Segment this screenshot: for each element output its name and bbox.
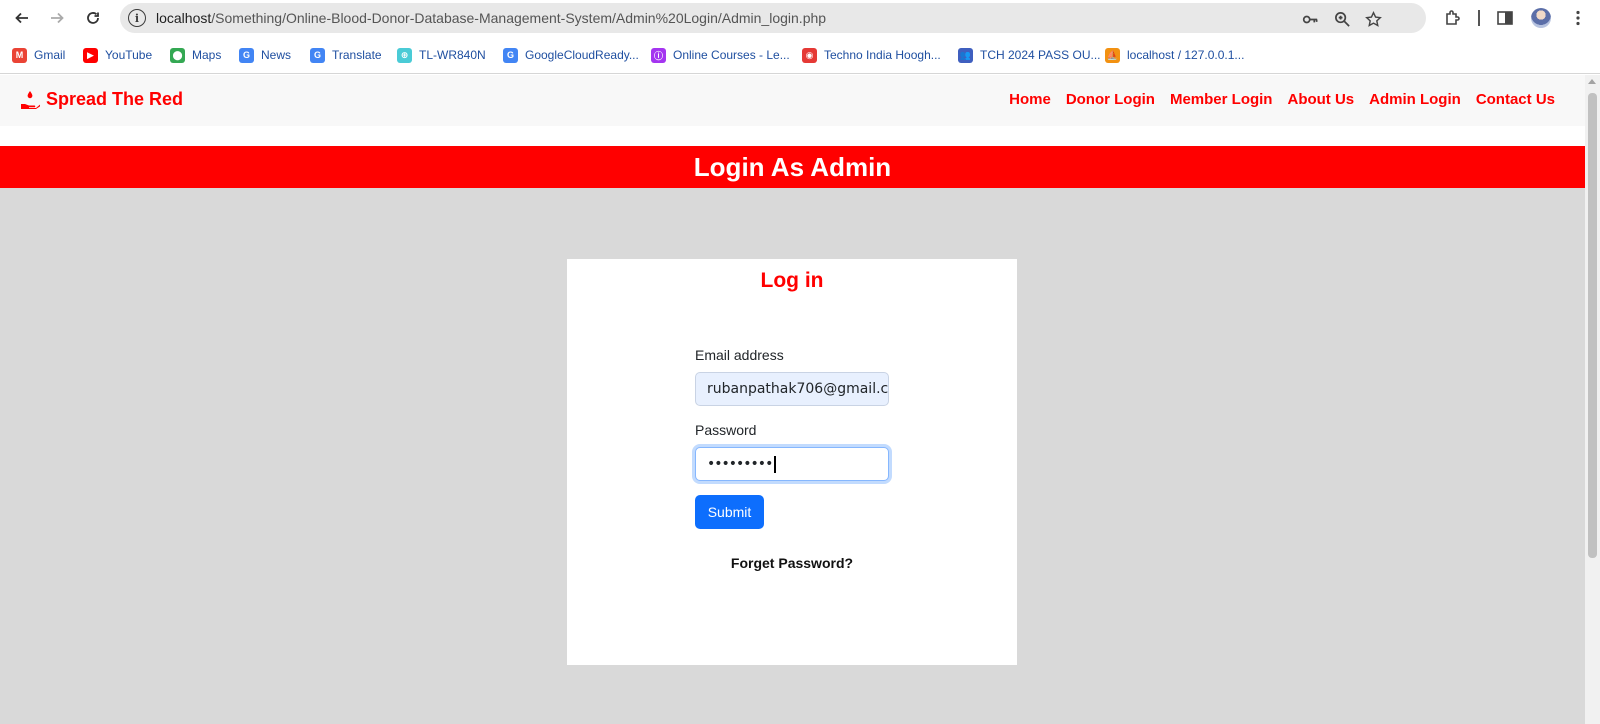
login-card: Log in Email address rubanpathak706@gmai… bbox=[567, 259, 1017, 665]
bookmark-label: TL-WR840N bbox=[419, 48, 486, 62]
bookmark-label: YouTube bbox=[105, 48, 153, 62]
brand-logo[interactable]: Spread The Red bbox=[20, 89, 183, 110]
gmail-icon: M bbox=[12, 47, 27, 63]
password-label: Password bbox=[695, 422, 757, 438]
bookmark-star-icon[interactable] bbox=[1363, 9, 1383, 29]
nav-contact-us[interactable]: Contact Us bbox=[1476, 91, 1555, 108]
key-icon[interactable] bbox=[1300, 9, 1320, 29]
maps-icon: ⬤ bbox=[170, 47, 185, 63]
youtube-icon: ▶ bbox=[83, 47, 98, 63]
tplink-icon: ⊕ bbox=[397, 47, 412, 63]
email-value: rubanpathak706@gmail.com bbox=[707, 381, 889, 397]
login-title: Log in bbox=[760, 269, 824, 292]
bookmark-item[interactable]: ▶ YouTube bbox=[83, 46, 152, 64]
phpmyadmin-icon: ⛵ bbox=[1105, 47, 1120, 63]
email-label: Email address bbox=[695, 347, 784, 363]
password-input[interactable]: ••••••••• bbox=[695, 447, 889, 481]
bookmark-item[interactable]: ⓘ Online Courses - Le... bbox=[651, 46, 790, 64]
address-url[interactable]: localhost/Something/Online-Blood-Donor-D… bbox=[156, 10, 826, 26]
translate-icon: G bbox=[310, 47, 325, 63]
bookmark-item[interactable]: 👥 TCH 2024 PASS OU... bbox=[958, 46, 1101, 64]
bookmark-label: Maps bbox=[192, 48, 222, 62]
people-icon: 👥 bbox=[958, 47, 973, 63]
bookmark-item[interactable]: M Gmail bbox=[12, 46, 65, 64]
menu-kebab-icon[interactable] bbox=[1567, 7, 1589, 29]
login-form: Email address rubanpathak706@gmail.com P… bbox=[695, 347, 889, 529]
bookmark-item[interactable]: G News bbox=[239, 46, 291, 64]
nav-about-us[interactable]: About Us bbox=[1287, 91, 1354, 108]
profile-avatar[interactable] bbox=[1531, 8, 1551, 28]
brand-name: Spread The Red bbox=[46, 89, 184, 109]
bookmark-label: GoogleCloudReady... bbox=[525, 48, 639, 62]
nav-admin-login[interactable]: Admin Login bbox=[1369, 91, 1461, 108]
back-arrow-icon[interactable] bbox=[10, 6, 34, 30]
bookmark-label: Translate bbox=[332, 48, 382, 62]
google-icon: G bbox=[503, 47, 518, 63]
bookmark-label: News bbox=[261, 48, 292, 62]
site-navbar: Spread The Red Home Donor Login Member L… bbox=[0, 75, 1585, 126]
zoom-icon[interactable] bbox=[1332, 9, 1352, 29]
techno-india-icon: ◉ bbox=[802, 47, 817, 63]
bookmark-item[interactable]: ⊕ TL-WR840N bbox=[397, 46, 486, 64]
scroll-up-arrow-icon[interactable] bbox=[1588, 79, 1596, 84]
submit-button[interactable]: Submit bbox=[695, 495, 764, 529]
bookmark-label: Gmail bbox=[34, 48, 66, 62]
news-icon: G bbox=[239, 47, 254, 63]
bookmark-item[interactable]: ⬤ Maps bbox=[170, 46, 221, 64]
password-mask: ••••••••• bbox=[707, 456, 773, 472]
bookmark-item[interactable]: ◉ Techno India Hoogh... bbox=[802, 46, 941, 64]
nav-links: Home Donor Login Member Login About Us A… bbox=[1009, 91, 1555, 108]
bookmark-item[interactable]: G Translate bbox=[310, 46, 382, 64]
page-banner: Login As Admin bbox=[0, 146, 1585, 188]
bookmark-label: Techno India Hoogh... bbox=[824, 48, 941, 62]
extensions-icon[interactable] bbox=[1442, 7, 1464, 29]
nav-member-login[interactable]: Member Login bbox=[1170, 91, 1273, 108]
text-caret bbox=[774, 455, 776, 473]
address-bar[interactable]: i localhost/Something/Online-Blood-Donor… bbox=[120, 3, 1426, 33]
donor-hand-icon bbox=[21, 90, 40, 109]
spacer bbox=[0, 126, 1585, 146]
bookmark-item[interactable]: ⛵ localhost / 127.0.0.1... bbox=[1105, 46, 1244, 64]
bookmark-item[interactable]: G GoogleCloudReady... bbox=[503, 46, 639, 64]
side-panel-icon[interactable] bbox=[1494, 7, 1516, 29]
bookmark-label: TCH 2024 PASS OU... bbox=[980, 48, 1101, 62]
bookmarks-bar: M Gmail ▶ YouTube ⬤ Maps G News G Translate ⊕ TL-WR… bbox=[0, 36, 1600, 74]
email-input[interactable]: rubanpathak706@gmail.com bbox=[695, 372, 889, 406]
nav-donor-login[interactable]: Donor Login bbox=[1066, 91, 1155, 108]
browser-toolbar: i localhost/Something/Online-Blood-Donor… bbox=[0, 0, 1600, 36]
bookmark-label: localhost / 127.0.0.1... bbox=[1127, 48, 1245, 62]
forward-arrow-icon[interactable] bbox=[45, 6, 69, 30]
nav-home[interactable]: Home bbox=[1009, 91, 1051, 108]
courses-icon: ⓘ bbox=[651, 47, 666, 63]
page-viewport: Spread The Red Home Donor Login Member L… bbox=[0, 75, 1585, 724]
toolbar-divider bbox=[1478, 10, 1480, 26]
scroll-thumb[interactable] bbox=[1588, 93, 1597, 558]
forgot-password-link[interactable]: Forget Password? bbox=[567, 555, 1017, 571]
reload-icon[interactable] bbox=[81, 6, 105, 30]
bookmark-label: Online Courses - Le... bbox=[673, 48, 790, 62]
site-info-icon[interactable]: i bbox=[128, 9, 146, 27]
page-scrollbar[interactable] bbox=[1585, 75, 1600, 724]
